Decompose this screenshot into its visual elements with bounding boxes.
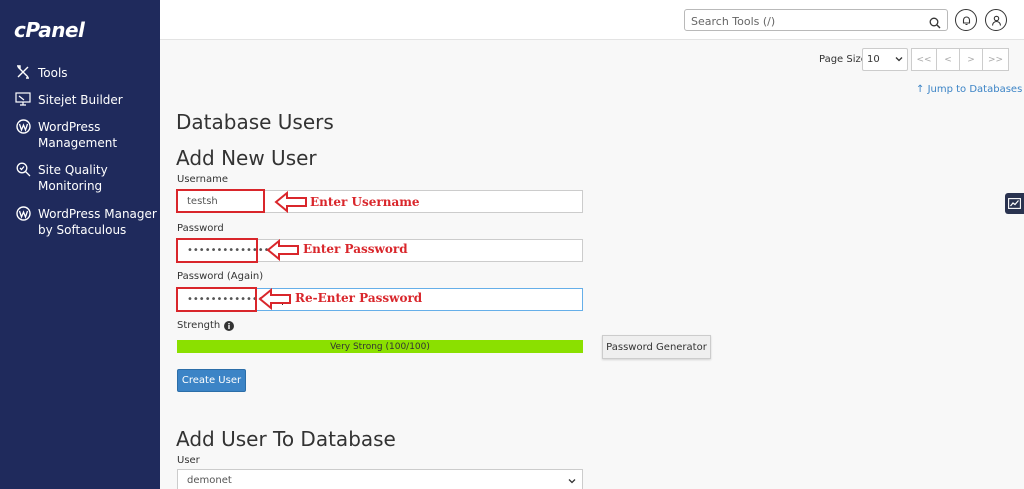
sidebar-item-label: Site Quality Monitoring <box>38 163 108 193</box>
search-input[interactable] <box>685 11 921 32</box>
password-again-annotation: Re-Enter Password <box>295 291 423 305</box>
jump-to-databases-link[interactable]: ↑ Jump to Databases <box>916 84 1022 95</box>
user-select-value: demonet <box>187 474 232 486</box>
jump-link-text: Jump to Databases <box>927 84 1023 95</box>
arrow-left-icon <box>266 239 299 261</box>
user-select[interactable]: demonet <box>177 469 583 489</box>
search-icon[interactable] <box>929 14 941 33</box>
strength-meter: Very Strong (100/100) <box>177 340 583 353</box>
sidebar-item-sitejet[interactable]: Sitejet Builder <box>14 92 158 108</box>
sidebar-item-label: Tools <box>38 66 68 80</box>
arrow-left-icon <box>258 288 291 310</box>
password-again-label: Password (Again) <box>177 271 264 282</box>
create-user-button[interactable]: Create User <box>177 369 246 392</box>
arrow-up-icon: ↑ <box>916 84 925 95</box>
site-quality-icon <box>14 162 32 178</box>
password-highlight-box <box>176 238 258 263</box>
page-title: Database Users <box>176 110 334 134</box>
user-icon <box>991 15 1001 26</box>
sidebar-item-wordpress-softaculous[interactable]: WordPress Manager by Softaculous <box>14 206 158 238</box>
stats-panel-toggle[interactable] <box>1005 193 1024 214</box>
strength-label: Strength <box>177 320 235 331</box>
sidebar-item-wordpress-management[interactable]: WordPress Management <box>14 119 158 151</box>
sidebar-item-tools[interactable]: Tools <box>14 65 158 81</box>
page-size-value: 10 <box>867 54 880 65</box>
prev-page-button[interactable]: < <box>936 48 960 71</box>
page-size-select[interactable]: 10 <box>862 48 908 71</box>
bell-icon <box>962 16 970 25</box>
next-page-button[interactable]: > <box>959 48 983 71</box>
username-highlight-box <box>176 189 265 213</box>
arrow-left-icon <box>274 191 307 213</box>
last-page-button[interactable]: >> <box>982 48 1009 71</box>
sidebar-item-label: WordPress Manager by Softaculous <box>38 207 157 237</box>
chevron-down-icon <box>568 479 576 484</box>
password-label: Password <box>177 223 224 234</box>
username-label: Username <box>177 174 228 185</box>
add-new-user-heading: Add New User <box>176 146 317 170</box>
chart-icon <box>1008 198 1021 209</box>
wordpress-icon <box>14 206 32 222</box>
password-annotation: Enter Password <box>303 242 408 256</box>
sidebar: cPanel Tools Sitejet Builder WordPress M… <box>0 0 160 489</box>
sidebar-item-label: WordPress Management <box>38 120 118 150</box>
notifications-button[interactable] <box>955 9 977 31</box>
sitejet-icon <box>14 92 32 108</box>
username-annotation: Enter Username <box>310 195 420 209</box>
user-menu-button[interactable] <box>985 9 1007 31</box>
sidebar-item-site-quality[interactable]: Site Quality Monitoring <box>14 162 158 194</box>
strength-label-text: Strength <box>177 320 221 331</box>
chevron-down-icon <box>895 57 903 62</box>
cpanel-logo[interactable]: cPanel <box>14 18 85 42</box>
wordpress-icon <box>14 119 32 135</box>
sidebar-item-label: Sitejet Builder <box>38 93 123 107</box>
info-icon[interactable] <box>224 320 235 331</box>
password-again-highlight-box <box>176 287 257 312</box>
user-label: User <box>177 455 200 466</box>
password-generator-button[interactable]: Password Generator <box>602 335 711 359</box>
page-size-label: Page Size <box>819 54 867 65</box>
top-header <box>160 0 1024 40</box>
first-page-button[interactable]: << <box>911 48 937 71</box>
search-box[interactable] <box>684 9 948 33</box>
strength-meter-text: Very Strong (100/100) <box>330 341 430 352</box>
add-user-to-database-heading: Add User To Database <box>176 427 396 451</box>
tools-icon <box>14 65 32 81</box>
